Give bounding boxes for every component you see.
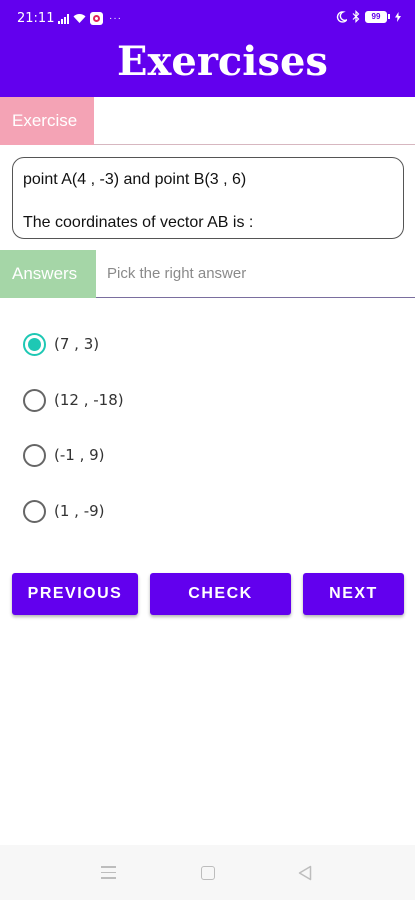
answer-option-4[interactable]: (1 , -9) xyxy=(23,498,105,524)
home-icon[interactable] xyxy=(201,866,215,880)
radio-button[interactable] xyxy=(23,499,46,523)
system-nav-bar xyxy=(0,845,415,900)
previous-button[interactable]: PREVIOUS xyxy=(12,573,138,615)
battery-level: 99 xyxy=(365,10,387,23)
question-box: point A(4 , -3) and point B(3 , 6) The c… xyxy=(12,157,404,239)
app-notification-icon xyxy=(90,12,103,25)
page-title: Exercises xyxy=(117,38,328,85)
answer-option-label: (12 , -18) xyxy=(54,391,124,409)
answers-label: Answers xyxy=(0,250,96,298)
wifi-icon xyxy=(73,14,86,23)
status-right-icons: 99 xyxy=(336,10,401,23)
answer-option-label: (7 , 3) xyxy=(54,335,100,353)
answer-option-1[interactable]: (7 , 3) xyxy=(23,331,99,357)
back-icon[interactable] xyxy=(298,865,312,881)
answers-hint: Pick the right answer xyxy=(107,265,247,282)
signal-icon xyxy=(58,13,69,24)
more-dots-icon: ··· xyxy=(109,13,122,24)
exercise-divider xyxy=(94,144,415,145)
radio-button[interactable] xyxy=(23,443,46,467)
app-bar: Exercises xyxy=(0,34,415,97)
next-button[interactable]: NEXT xyxy=(303,573,404,615)
answers-divider xyxy=(96,297,415,298)
answer-option-label: (-1 , 9) xyxy=(54,446,105,464)
status-left-icons: ··· xyxy=(58,12,122,25)
radio-button[interactable] xyxy=(23,388,46,412)
status-bar: 21:11 ··· 99 xyxy=(0,0,415,34)
moon-icon xyxy=(336,10,347,23)
bluetooth-icon xyxy=(352,10,360,23)
question-text-points: point A(4 , -3) and point B(3 , 6) xyxy=(23,171,247,188)
answer-option-3[interactable]: (-1 , 9) xyxy=(23,442,105,468)
charging-icon xyxy=(395,11,401,22)
radio-button-selected[interactable] xyxy=(23,332,46,356)
answer-option-label: (1 , -9) xyxy=(54,502,105,520)
menu-icon[interactable] xyxy=(101,866,116,883)
battery-icon: 99 xyxy=(365,10,390,23)
answer-option-2[interactable]: (12 , -18) xyxy=(23,387,124,413)
status-time: 21:11 xyxy=(17,11,55,26)
question-text-prompt: The coordinates of vector AB is : xyxy=(23,214,254,231)
check-button[interactable]: CHECK xyxy=(150,573,291,615)
exercise-label: Exercise xyxy=(0,97,94,145)
